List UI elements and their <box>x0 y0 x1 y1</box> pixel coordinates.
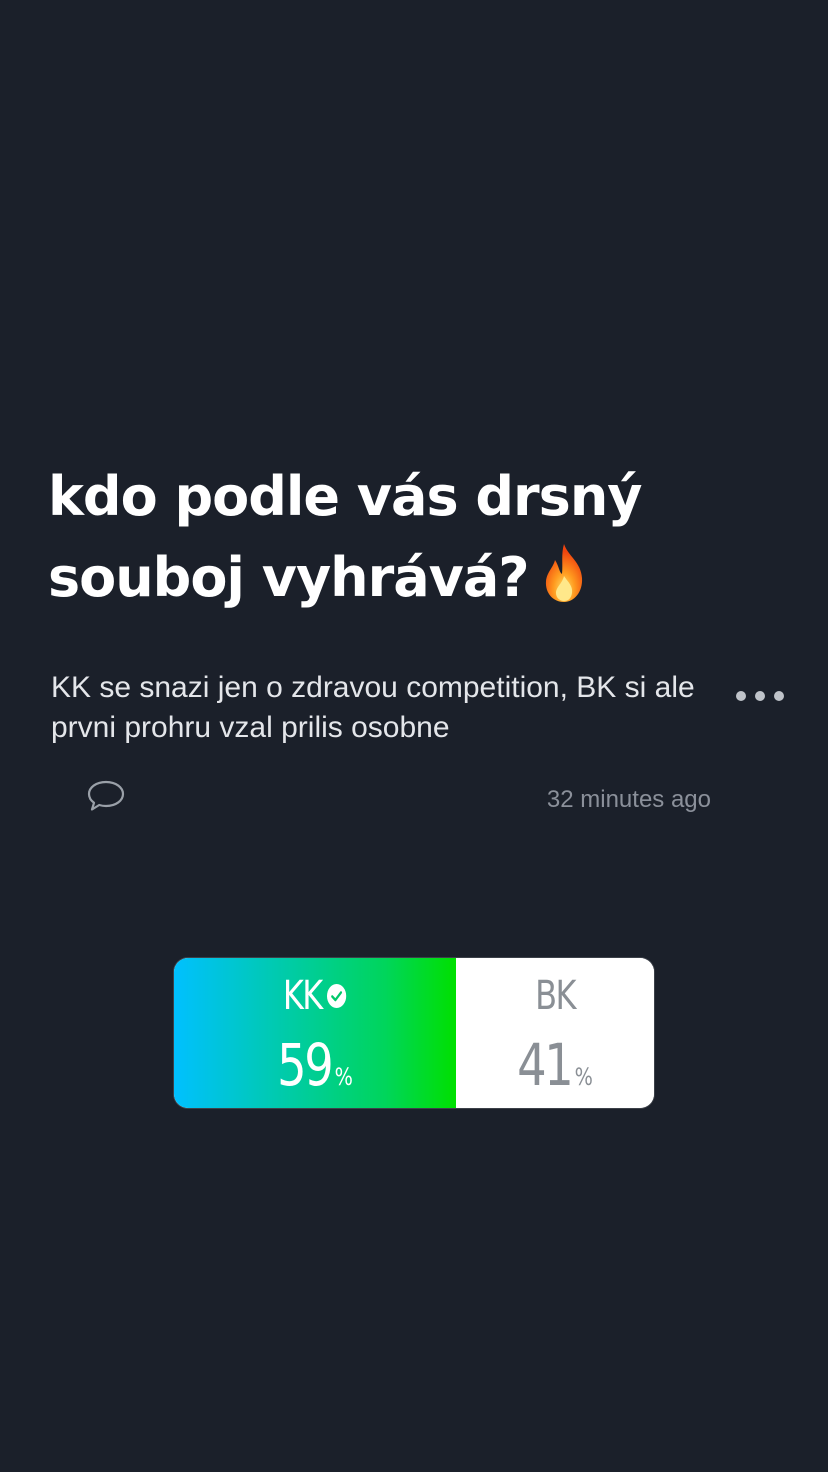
more-dots-icon-dot-2 <box>755 691 765 701</box>
poll-option-kk-percent-row: 59% <box>202 1034 428 1108</box>
poll-option-bk-percent-sign: % <box>574 1063 593 1091</box>
poll-option-bk-label-row: BK <box>476 974 634 1018</box>
poll-option-bk[interactable]: BK 41% <box>456 958 654 1108</box>
story-caption: KK se snazi jen o zdravou competition, B… <box>51 671 695 744</box>
comment-bubble-icon <box>87 780 125 811</box>
poll-option-bk-percent-row: 41% <box>476 1034 634 1108</box>
poll-option-kk[interactable]: KK 59% <box>174 958 456 1108</box>
post-timestamp: 32 minutes ago <box>546 786 711 813</box>
question-line-2: souboj vyhrává? <box>48 537 788 626</box>
more-options-button[interactable] <box>736 683 784 709</box>
poll-option-kk-label-row: KK <box>202 974 428 1018</box>
fire-emoji-icon <box>535 542 593 626</box>
poll-option-kk-label: KK <box>282 973 323 1019</box>
poll-option-bk-label: BK <box>535 973 576 1019</box>
question-line-1: kdo podle vás drsný <box>48 465 642 528</box>
poll-option-bk-percent: 41 <box>517 1031 574 1099</box>
poll-widget: KK 59% BK 41% <box>174 958 654 1108</box>
comment-button[interactable] <box>86 778 126 814</box>
more-dots-icon-dot-3 <box>774 691 784 701</box>
check-circle-icon <box>327 984 347 1008</box>
poll-option-kk-percent: 59 <box>277 1031 334 1099</box>
question-line-2-text: souboj vyhrává? <box>48 546 530 609</box>
poll-question: kdo podle vás drsný souboj vyhrává? <box>48 456 788 626</box>
more-dots-icon <box>736 691 746 701</box>
poll-option-kk-percent-sign: % <box>334 1063 353 1091</box>
